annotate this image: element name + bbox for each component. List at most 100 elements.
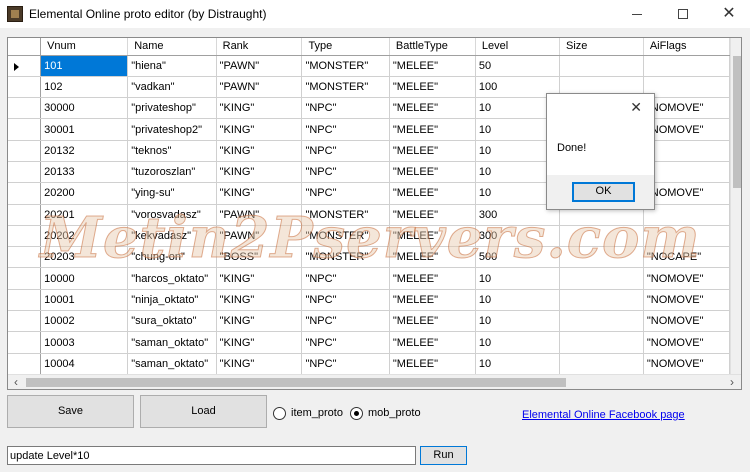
cell-aiflags[interactable] xyxy=(643,76,730,99)
cell-rank[interactable]: "KING" xyxy=(216,182,303,205)
cell-size[interactable] xyxy=(559,55,644,77)
cell-type[interactable]: "NPC" xyxy=(301,97,390,120)
query-input[interactable] xyxy=(7,446,416,465)
cell-rank[interactable]: "BOSS" xyxy=(216,246,303,269)
row-header[interactable] xyxy=(8,204,42,226)
cell-vnum[interactable]: 10002 xyxy=(40,310,129,333)
cell-name[interactable]: "tuzoroszlan" xyxy=(127,161,217,184)
cell-level[interactable]: 500 xyxy=(475,246,561,269)
cell-type[interactable]: "MONSTER" xyxy=(301,225,390,248)
cell-vnum[interactable]: 10001 xyxy=(40,289,129,312)
cell-vnum[interactable]: 10003 xyxy=(40,331,129,354)
column-header-size[interactable]: Size xyxy=(559,38,644,56)
column-header-name[interactable]: Name xyxy=(127,38,217,56)
cell-level[interactable]: 10 xyxy=(475,267,561,290)
cell-vnum[interactable]: 20201 xyxy=(40,204,129,226)
column-header-level[interactable]: Level xyxy=(475,38,561,56)
cell-size[interactable] xyxy=(559,331,644,354)
cell-aiflags[interactable]: "NOMOVE" xyxy=(643,289,730,312)
cell-rank[interactable]: "KING" xyxy=(216,267,303,290)
cell-type[interactable]: "MONSTER" xyxy=(301,204,390,226)
cell-level[interactable]: 10 xyxy=(475,289,561,312)
horizontal-scroll-thumb[interactable] xyxy=(26,378,566,387)
cell-type[interactable]: "NPC" xyxy=(301,140,390,162)
row-header[interactable] xyxy=(8,310,42,333)
table-row[interactable]: 20203 "chung-on" "BOSS" "MONSTER" "MELEE" 500… xyxy=(8,246,730,269)
cell-type[interactable]: "MONSTER" xyxy=(301,246,390,269)
cell-level[interactable]: 50 xyxy=(475,55,561,77)
cell-type[interactable]: "NPC" xyxy=(301,161,390,184)
close-window-button[interactable]: ✕ xyxy=(706,0,750,28)
row-header[interactable] xyxy=(8,161,42,184)
cell-aiflags[interactable]: "NOMOVE" xyxy=(643,182,730,205)
table-row[interactable]: 10000 "harcos_oktato" "KING" "NPC" "MELEE" 10… xyxy=(8,267,730,290)
cell-rank[interactable]: "KING" xyxy=(216,310,303,333)
column-header-vnum[interactable]: Vnum xyxy=(40,38,129,56)
cell-aiflags[interactable] xyxy=(643,140,730,162)
run-button[interactable]: Run xyxy=(420,446,467,465)
cell-size[interactable] xyxy=(559,289,644,312)
column-header-aiflags[interactable]: AiFlags xyxy=(643,38,730,56)
cell-type[interactable]: "NPC" xyxy=(301,267,390,290)
row-header[interactable] xyxy=(8,353,42,374)
table-row[interactable]: 101 "hiena" "PAWN" "MONSTER" "MELEE" 50 xyxy=(8,55,730,77)
cell-battletype[interactable]: "MELEE" xyxy=(389,118,476,141)
cell-name[interactable]: "saman_oktato" xyxy=(127,331,217,354)
cell-rank[interactable]: "PAWN" xyxy=(216,225,303,248)
row-header[interactable] xyxy=(8,55,42,77)
row-header[interactable] xyxy=(8,225,42,248)
table-row[interactable]: 20202 "kekvadasz" "PAWN" "MONSTER" "MELEE" 30… xyxy=(8,225,730,248)
cell-aiflags[interactable]: "NOCAPE" xyxy=(643,246,730,269)
cell-aiflags[interactable]: "NOMOVE" xyxy=(643,310,730,333)
cell-type[interactable]: "NPC" xyxy=(301,331,390,354)
row-header[interactable] xyxy=(8,140,42,162)
maximize-button[interactable] xyxy=(660,0,706,28)
cell-name[interactable]: "vorosvadasz" xyxy=(127,204,217,226)
cell-level[interactable]: 10 xyxy=(475,353,561,374)
cell-size[interactable] xyxy=(559,310,644,333)
facebook-page-link[interactable]: Elemental Online Facebook page xyxy=(522,409,685,421)
cell-name[interactable]: "harcos_oktato" xyxy=(127,267,217,290)
cell-battletype[interactable]: "MELEE" xyxy=(389,76,476,99)
cell-battletype[interactable]: "MELEE" xyxy=(389,182,476,205)
cell-level[interactable]: 10 xyxy=(475,310,561,333)
cell-name[interactable]: "chung-on" xyxy=(127,246,217,269)
table-row[interactable]: 10001 "ninja_oktato" "KING" "NPC" "MELEE" 10 "… xyxy=(8,289,730,312)
cell-vnum[interactable]: 30001 xyxy=(40,118,129,141)
row-header[interactable] xyxy=(8,331,42,354)
row-header[interactable] xyxy=(8,267,42,290)
cell-vnum[interactable]: 20200 xyxy=(40,182,129,205)
cell-level[interactable]: 300 xyxy=(475,225,561,248)
cell-battletype[interactable]: "MELEE" xyxy=(389,289,476,312)
cell-name[interactable]: "privateshop2" xyxy=(127,118,217,141)
row-header[interactable] xyxy=(8,97,42,120)
cell-rank[interactable]: "KING" xyxy=(216,161,303,184)
vertical-scroll-thumb[interactable] xyxy=(733,56,741,188)
cell-type[interactable]: "NPC" xyxy=(301,289,390,312)
column-header-rank[interactable]: Rank xyxy=(216,38,303,56)
row-header[interactable] xyxy=(8,76,42,99)
table-row[interactable]: 10004 "saman_oktato" "KING" "NPC" "MELEE" 10 "… xyxy=(8,353,730,374)
cell-name[interactable]: "ying-su" xyxy=(127,182,217,205)
table-row[interactable]: 10002 "sura_oktato" "KING" "NPC" "MELEE" 10 "N… xyxy=(8,310,730,333)
scroll-left-icon[interactable]: ‹ xyxy=(8,375,24,389)
cell-name[interactable]: "privateshop" xyxy=(127,97,217,120)
cell-type[interactable]: "NPC" xyxy=(301,182,390,205)
cell-name[interactable]: "vadkan" xyxy=(127,76,217,99)
cell-battletype[interactable]: "MELEE" xyxy=(389,331,476,354)
cell-type[interactable]: "MONSTER" xyxy=(301,55,390,77)
cell-battletype[interactable]: "MELEE" xyxy=(389,140,476,162)
load-button[interactable]: Load xyxy=(140,395,267,428)
horizontal-scrollbar[interactable]: ‹ › xyxy=(8,374,741,389)
cell-battletype[interactable]: "MELEE" xyxy=(389,246,476,269)
vertical-scrollbar[interactable] xyxy=(730,38,741,374)
cell-size[interactable] xyxy=(559,267,644,290)
cell-battletype[interactable]: "MELEE" xyxy=(389,161,476,184)
cell-battletype[interactable]: "MELEE" xyxy=(389,310,476,333)
cell-level[interactable]: 10 xyxy=(475,331,561,354)
cell-vnum[interactable]: 20133 xyxy=(40,161,129,184)
cell-rank[interactable]: "PAWN" xyxy=(216,76,303,99)
mob-proto-radio[interactable]: mob_proto xyxy=(350,406,421,420)
cell-name[interactable]: "hiena" xyxy=(127,55,217,77)
cell-type[interactable]: "NPC" xyxy=(301,353,390,374)
